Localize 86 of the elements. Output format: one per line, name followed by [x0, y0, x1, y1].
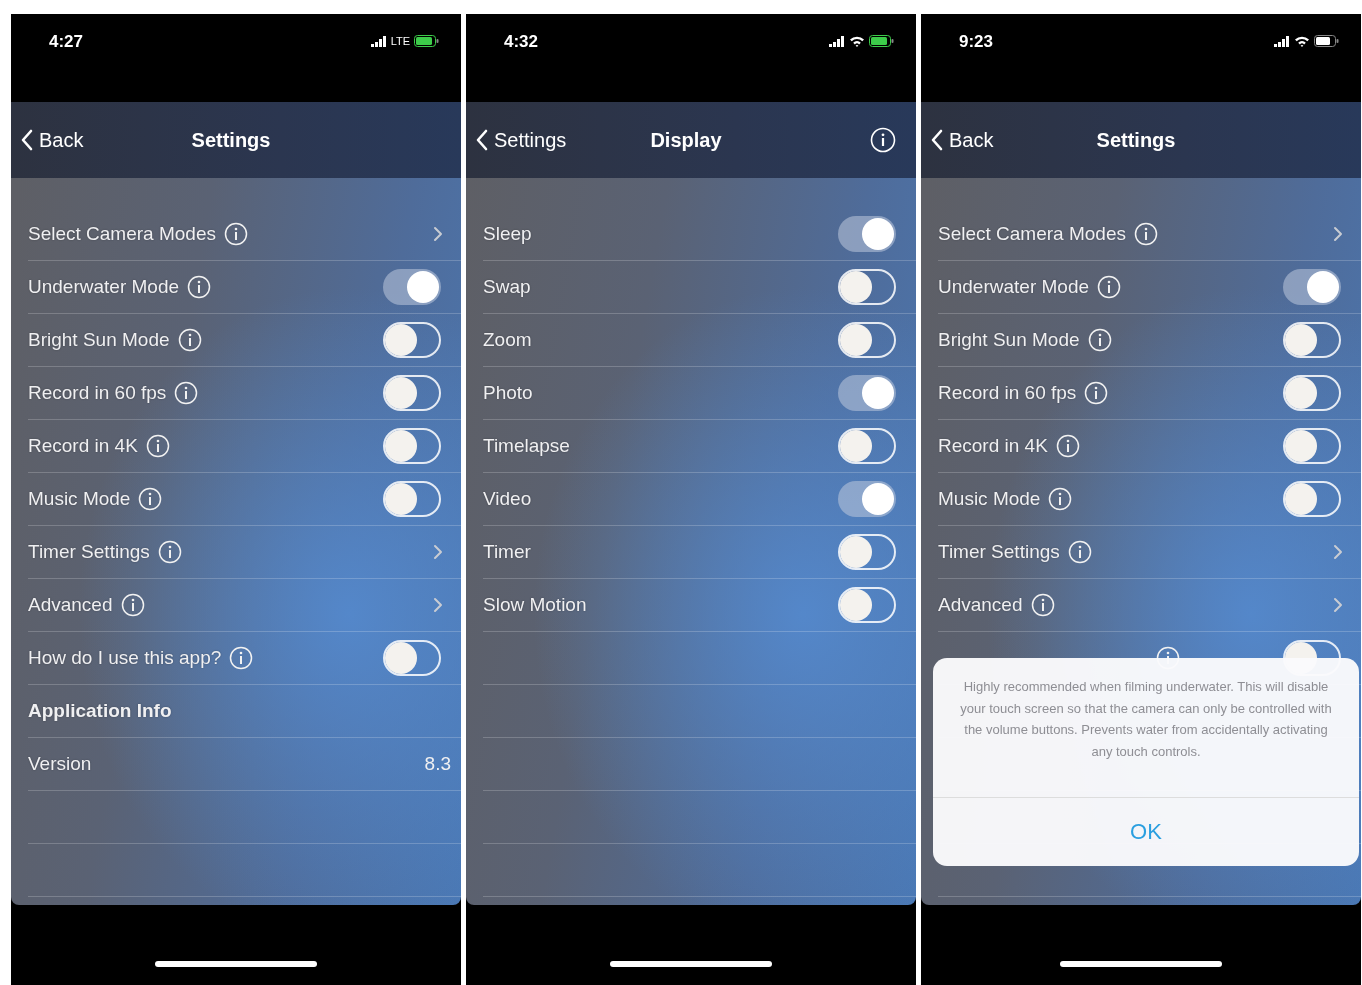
- row-label: Select Camera Modes: [938, 223, 1126, 245]
- row-label: How do I use this app?: [28, 647, 222, 669]
- toggle-switch[interactable]: [1283, 428, 1341, 464]
- alert-message: Highly recommended when filming underwater. This will disable your touch screen so that the camera can only be controlled with the volume buttons. Prevents water from accidentally activating any touch controls.: [933, 658, 1359, 798]
- row-label: Select Camera Modes: [28, 223, 216, 245]
- toggle-switch[interactable]: [838, 587, 896, 623]
- row-label: Music Mode: [28, 488, 131, 510]
- toggle-switch[interactable]: [1283, 481, 1341, 517]
- toggle-switch[interactable]: [383, 375, 441, 411]
- signal-icon: [370, 35, 387, 47]
- info-icon[interactable]: [1030, 593, 1055, 617]
- toggle-switch[interactable]: [838, 428, 896, 464]
- row-label: Timer Settings: [28, 541, 150, 563]
- section-header: Application Info: [28, 700, 172, 722]
- row-label: Bright Sun Mode: [28, 329, 170, 351]
- toggle-switch[interactable]: [383, 640, 441, 676]
- status-time: 4:27: [49, 32, 84, 52]
- back-button[interactable]: Back: [931, 128, 994, 152]
- info-icon[interactable]: [120, 593, 145, 617]
- info-icon[interactable]: [138, 487, 163, 511]
- chevron-right-icon[interactable]: [1333, 544, 1343, 560]
- info-icon[interactable]: [1048, 487, 1073, 511]
- toggle-switch[interactable]: [838, 481, 896, 517]
- row-label: Video: [483, 488, 532, 510]
- info-icon[interactable]: [1055, 434, 1080, 458]
- chevron-left-icon: [476, 129, 488, 151]
- toggle-switch[interactable]: [1283, 322, 1341, 358]
- toggle-switch[interactable]: [838, 375, 896, 411]
- row-label: Version: [28, 753, 92, 775]
- row-label: Timer: [483, 541, 531, 563]
- row-label: Advanced: [28, 594, 113, 616]
- toggle-switch[interactable]: [383, 428, 441, 464]
- info-icon[interactable]: [177, 328, 202, 352]
- nav-title: Settings: [1096, 128, 1176, 152]
- wifi-icon: [1294, 35, 1310, 47]
- row-label: Timelapse: [483, 435, 570, 457]
- chevron-right-icon[interactable]: [433, 226, 443, 242]
- wifi-icon: [849, 35, 865, 47]
- chevron-right-icon[interactable]: [433, 544, 443, 560]
- row-label: Advanced: [938, 594, 1023, 616]
- row-label: Photo: [483, 382, 533, 404]
- chevron-left-icon: [931, 129, 943, 151]
- row-label: Slow Motion: [483, 594, 587, 616]
- row-label: Bright Sun Mode: [938, 329, 1080, 351]
- signal-icon: [829, 35, 845, 47]
- toggle-switch[interactable]: [838, 322, 896, 358]
- info-icon[interactable]: [174, 381, 199, 405]
- toggle-switch[interactable]: [383, 481, 441, 517]
- info-icon[interactable]: [1097, 275, 1122, 299]
- signal-icon: [1274, 35, 1290, 47]
- info-icon[interactable]: [223, 222, 248, 246]
- info-icon[interactable]: [187, 275, 212, 299]
- back-button[interactable]: Back: [21, 128, 84, 152]
- chevron-right-icon[interactable]: [1333, 226, 1343, 242]
- chevron-left-icon: [21, 129, 33, 151]
- row-label: Zoom: [483, 329, 532, 351]
- row-label: Record in 60 fps: [938, 382, 1077, 404]
- info-icon[interactable]: [1084, 381, 1109, 405]
- row-label: Underwater Mode: [28, 276, 180, 298]
- info-icon[interactable]: [145, 434, 170, 458]
- toggle-switch[interactable]: [383, 322, 441, 358]
- toggle-switch[interactable]: [838, 534, 896, 570]
- network-label: LTE: [390, 35, 410, 47]
- status-time: 9:23: [959, 32, 994, 52]
- row-label: Record in 4K: [28, 435, 138, 457]
- toggle-switch[interactable]: [1283, 269, 1341, 305]
- row-label: Record in 60 fps: [28, 382, 167, 404]
- row-label: Record in 4K: [938, 435, 1048, 457]
- nav-title: Settings: [191, 128, 271, 152]
- row-label: Swap: [483, 276, 531, 298]
- toggle-switch[interactable]: [383, 269, 441, 305]
- chevron-right-icon[interactable]: [433, 597, 443, 613]
- row-value: 8.3: [424, 753, 451, 775]
- info-icon[interactable]: [1087, 328, 1112, 352]
- toggle-switch[interactable]: [838, 216, 896, 252]
- toggle-switch[interactable]: [838, 269, 896, 305]
- nav-title: Display: [650, 128, 722, 152]
- toggle-switch[interactable]: [1283, 375, 1341, 411]
- info-icon[interactable]: [1133, 222, 1158, 246]
- row-label: Timer Settings: [938, 541, 1060, 563]
- row-label: Underwater Mode: [938, 276, 1090, 298]
- chevron-right-icon[interactable]: [1333, 597, 1343, 613]
- back-button[interactable]: Settings: [476, 128, 567, 152]
- row-label: Sleep: [483, 223, 532, 245]
- row-label: Music Mode: [938, 488, 1041, 510]
- status-time: 4:32: [504, 32, 539, 52]
